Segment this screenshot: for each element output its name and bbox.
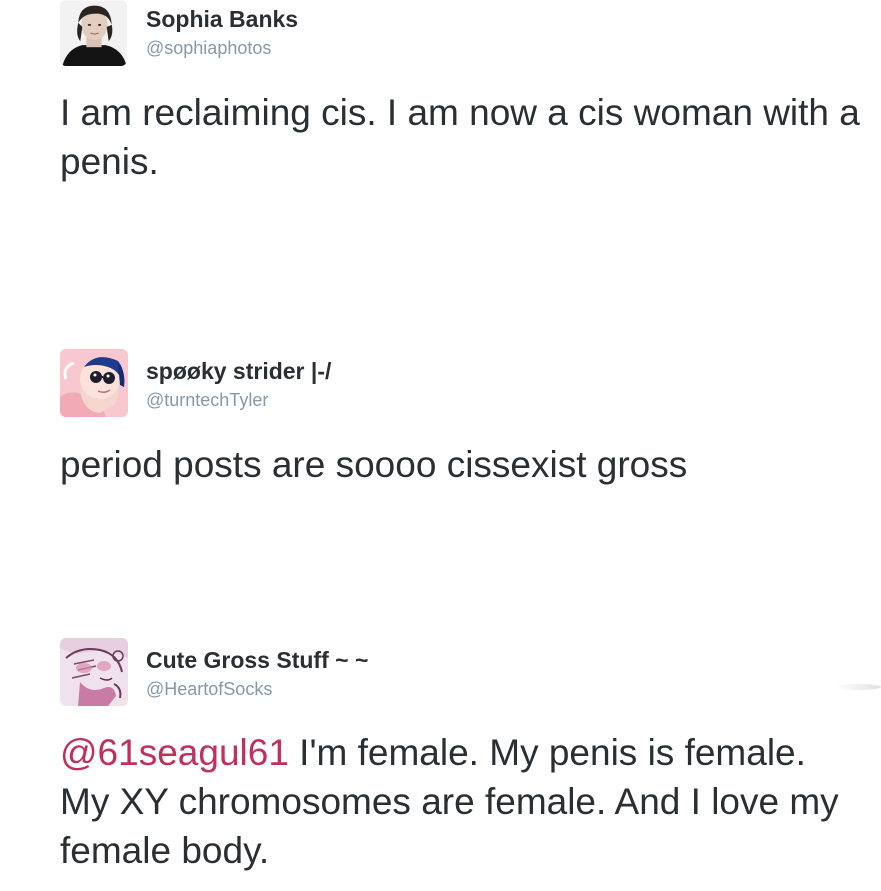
- profile-photo-icon: [60, 0, 127, 66]
- mention-link[interactable]: @61seagul61: [60, 732, 289, 773]
- user-handle[interactable]: @sophiaphotos: [146, 38, 271, 59]
- card-edge-shadow: [836, 684, 881, 690]
- avatar[interactable]: [60, 638, 128, 706]
- tweet-body: I am reclaiming cis. I am now a cis woma…: [60, 92, 860, 182]
- cartoon-avatar-icon: [60, 349, 128, 417]
- display-name[interactable]: spøøky strider |-/: [146, 358, 331, 385]
- user-handle[interactable]: @turntechTyler: [146, 390, 268, 411]
- tweet-text: I am reclaiming cis. I am now a cis woma…: [60, 88, 860, 186]
- tweet-text: period posts are soooo cissexist gross: [60, 440, 850, 489]
- avatar[interactable]: [60, 349, 128, 417]
- tweet-body: period posts are soooo cissexist gross: [60, 444, 688, 485]
- tweet-text: @61seagul61 I'm female. My penis is fema…: [60, 728, 860, 875]
- drawn-avatar-icon: [60, 638, 128, 706]
- user-handle[interactable]: @HeartofSocks: [146, 679, 272, 700]
- display-name[interactable]: Sophia Banks: [146, 6, 298, 33]
- avatar[interactable]: [60, 0, 127, 66]
- display-name[interactable]: Cute Gross Stuff ~ ~: [146, 647, 368, 674]
